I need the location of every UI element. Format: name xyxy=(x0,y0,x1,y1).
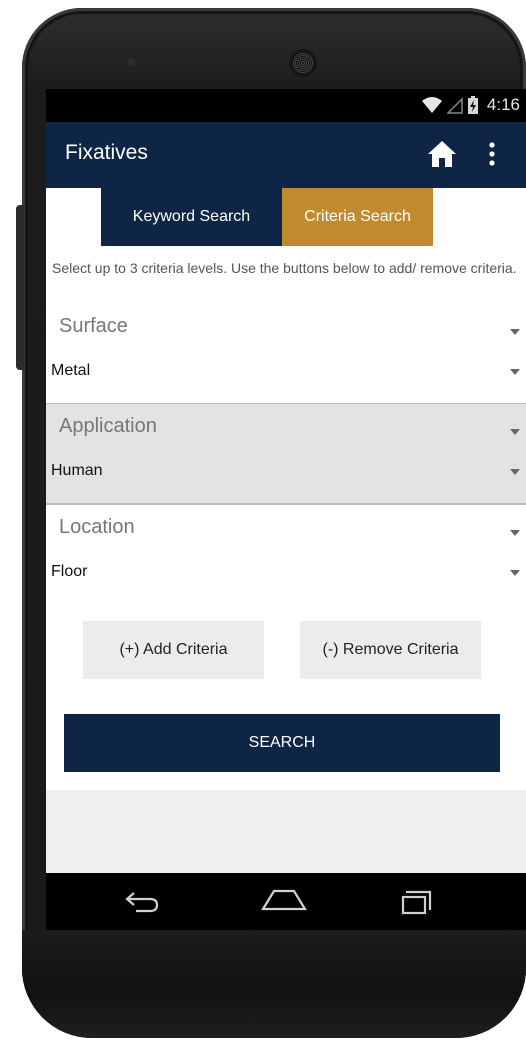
app-title: Fixatives xyxy=(65,141,148,164)
home-icon[interactable] xyxy=(426,138,458,170)
screen: 4:16 Fixatives Keyword Search Criteria S… xyxy=(46,89,526,931)
chevron-down-icon xyxy=(510,369,520,375)
search-button[interactable]: SEARCH xyxy=(64,714,500,772)
battery-charging-icon xyxy=(467,95,479,115)
tab-criteria-search[interactable]: Criteria Search xyxy=(282,188,433,246)
criteria-3-category-select[interactable]: Location xyxy=(59,516,135,539)
criteria-search-content: Keyword Search Criteria Search Select up… xyxy=(46,188,526,790)
instructions-text: Select up to 3 criteria levels. Use the … xyxy=(52,260,517,276)
criteria-level-3: Location Floor xyxy=(46,505,526,605)
chevron-down-icon xyxy=(510,530,520,536)
criteria-level-1: Surface Metal xyxy=(46,304,526,405)
recent-apps-icon[interactable] xyxy=(400,888,434,916)
chevron-down-icon xyxy=(510,429,520,435)
chevron-down-icon xyxy=(510,469,520,475)
search-tabs: Keyword Search Criteria Search xyxy=(101,188,433,246)
system-nav-bar xyxy=(46,873,526,931)
back-icon[interactable] xyxy=(124,889,160,915)
criteria-1-category-select[interactable]: Surface xyxy=(59,315,128,338)
wifi-icon xyxy=(421,96,443,114)
criteria-2-category-select[interactable]: Application xyxy=(59,415,157,438)
tab-keyword-search[interactable]: Keyword Search xyxy=(101,188,282,246)
criteria-level-2: Application Human xyxy=(46,404,526,505)
overflow-menu-icon[interactable] xyxy=(482,139,502,169)
criteria-2-value-select[interactable]: Human xyxy=(51,462,103,480)
criteria-1-value-select[interactable]: Metal xyxy=(51,362,90,380)
phone-chin xyxy=(22,930,526,1038)
criteria-3-value-select[interactable]: Floor xyxy=(51,563,87,581)
remove-criteria-button[interactable]: (-) Remove Criteria xyxy=(300,621,481,679)
earpiece-speaker xyxy=(292,52,314,74)
chevron-down-icon xyxy=(510,329,520,335)
home-nav-icon[interactable] xyxy=(260,887,308,913)
status-bar: 4:16 xyxy=(46,89,526,122)
front-sensor xyxy=(127,58,135,66)
add-criteria-button[interactable]: (+) Add Criteria xyxy=(83,621,264,679)
status-time: 4:16 xyxy=(486,95,520,114)
cell-signal-icon xyxy=(446,96,463,114)
volume-button xyxy=(16,205,24,370)
app-bar: Fixatives xyxy=(46,122,526,188)
chevron-down-icon xyxy=(510,570,520,576)
